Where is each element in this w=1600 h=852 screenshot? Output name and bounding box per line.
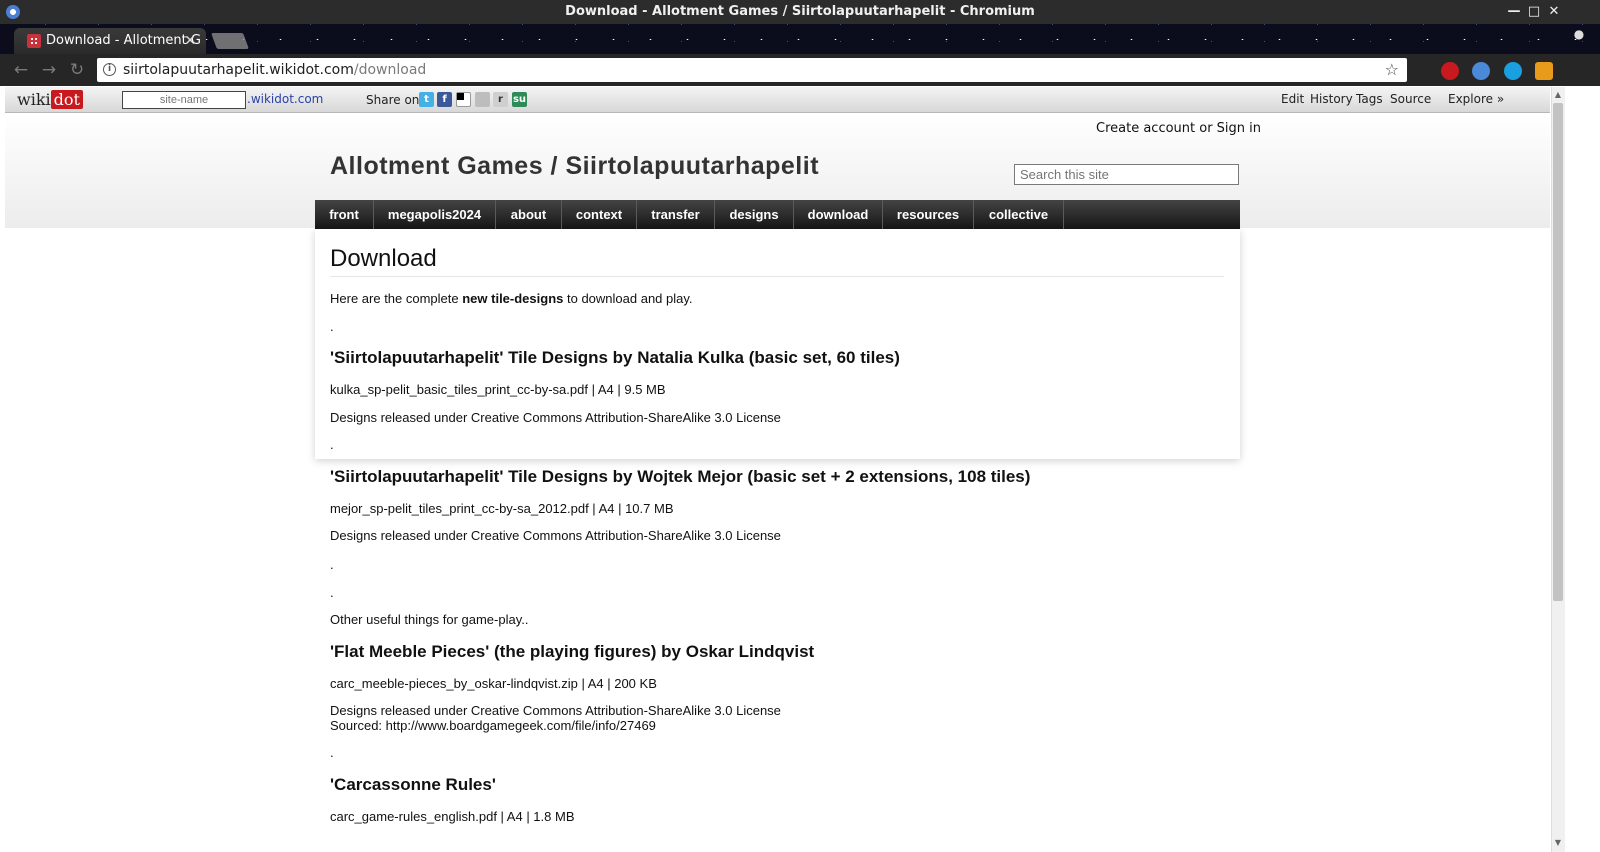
back-arrow-icon[interactable]: ← bbox=[10, 60, 32, 80]
page-title: Download bbox=[330, 245, 437, 272]
logo-text-dot: dot bbox=[50, 90, 83, 109]
stumbleupon-share-icon[interactable]: su bbox=[512, 92, 527, 107]
intro-after: to download and play. bbox=[563, 291, 693, 306]
file-link-meeble[interactable]: carc_meeble-pieces_by_oskar-lindqvist.zi… bbox=[330, 676, 657, 691]
nav-context[interactable]: context bbox=[562, 200, 637, 229]
nav-download[interactable]: download bbox=[794, 200, 883, 229]
new-tab-button[interactable] bbox=[211, 33, 249, 49]
share-label: Share on bbox=[366, 93, 420, 107]
nav-megapolis2024[interactable]: megapolis2024 bbox=[374, 200, 496, 229]
license-text: Designs released under Creative Commons … bbox=[330, 703, 781, 718]
reddit-share-icon[interactable]: r bbox=[493, 92, 508, 107]
chromium-icon bbox=[6, 5, 20, 19]
scroll-down-icon[interactable]: ▼ bbox=[1551, 836, 1565, 850]
browser-toolbar: ← → ↻ i siirtolapuutarhapelit.wikidot.co… bbox=[0, 54, 1600, 86]
intro-text: Here are the complete new tile-designs t… bbox=[330, 291, 693, 306]
scroll-up-icon[interactable]: ▲ bbox=[1551, 88, 1565, 102]
minimize-icon[interactable]: — bbox=[1504, 0, 1524, 24]
file-link-rules[interactable]: carc_game-rules_english.pdf | A4 | 1.8 M… bbox=[330, 809, 575, 824]
other-things-text: Other useful things for game-play.. bbox=[330, 612, 529, 627]
license-text: Designs released under Creative Commons … bbox=[330, 528, 781, 543]
menu-tags[interactable]: Tags bbox=[1356, 92, 1383, 106]
separator-dot: . bbox=[330, 585, 334, 600]
site-name-input[interactable] bbox=[122, 91, 246, 109]
title-divider bbox=[330, 276, 1224, 277]
facebook-share-icon[interactable]: f bbox=[437, 92, 452, 107]
site-title[interactable]: Allotment Games / Siirtolapuutarhapelit bbox=[330, 152, 819, 181]
nav-collective[interactable]: collective bbox=[974, 200, 1064, 229]
close-tab-icon[interactable]: ✕ bbox=[184, 28, 196, 54]
menu-history[interactable]: History bbox=[1310, 92, 1353, 106]
wikidot-logo[interactable]: wiki dot bbox=[17, 90, 83, 109]
wikidot-favicon-icon bbox=[27, 34, 41, 48]
delicious-share-icon[interactable] bbox=[456, 92, 471, 107]
url-text: siirtolapuutarhapelit.wikidot.com/downlo… bbox=[123, 58, 426, 82]
intro-bold: new tile-designs bbox=[462, 291, 564, 306]
wikidot-top-bar: wikidot .wikidot.com Share on t f r su E… bbox=[5, 87, 1550, 113]
login-links[interactable]: Create account or Sign in bbox=[1096, 121, 1261, 136]
nav-front[interactable]: front bbox=[315, 200, 374, 229]
site-search-input[interactable] bbox=[1014, 164, 1239, 185]
forward-arrow-icon[interactable]: → bbox=[38, 60, 60, 80]
ghostery-extension-icon[interactable] bbox=[1472, 62, 1490, 80]
nav-resources[interactable]: resources bbox=[883, 200, 974, 229]
nav-about[interactable]: about bbox=[496, 200, 562, 229]
source-link[interactable]: Sourced: http://www.boardgamegeek.com/fi… bbox=[330, 718, 656, 733]
nav-transfer[interactable]: transfer bbox=[637, 200, 715, 229]
ublock-extension-icon[interactable] bbox=[1441, 62, 1459, 80]
sync-extension-icon[interactable] bbox=[1504, 62, 1522, 80]
close-window-icon[interactable]: ✕ bbox=[1544, 0, 1564, 24]
tab-strip: Download - Allotment G ✕ ● bbox=[0, 24, 1600, 54]
intro-before: Here are the complete bbox=[330, 291, 463, 306]
profile-icon[interactable]: ● bbox=[1568, 27, 1590, 45]
menu-explore[interactable]: Explore » bbox=[1448, 92, 1504, 106]
section-heading-meeble: 'Flat Meeble Pieces' (the playing figure… bbox=[330, 642, 815, 661]
separator-dot: . bbox=[330, 745, 334, 760]
separator-dot: . bbox=[330, 557, 334, 572]
url-host: siirtolapuutarhapelit.wikidot.com bbox=[123, 62, 354, 78]
bookmark-extension-icon[interactable] bbox=[1535, 62, 1553, 80]
separator-dot: . bbox=[330, 319, 334, 334]
menu-edit[interactable]: Edit bbox=[1281, 92, 1304, 106]
browser-tab[interactable]: Download - Allotment G ✕ bbox=[14, 28, 206, 54]
reload-icon[interactable]: ↻ bbox=[66, 60, 88, 80]
site-nav: front megapolis2024 about context transf… bbox=[315, 200, 1240, 229]
menu-source[interactable]: Source bbox=[1390, 92, 1431, 106]
section-heading-mejor: 'Siirtolapuutarhapelit' Tile Designs by … bbox=[330, 467, 1031, 486]
separator-dot: . bbox=[330, 437, 334, 452]
tab-title: Download - Allotment G bbox=[46, 33, 201, 48]
page-content: Create account or Sign in Allotment Game… bbox=[5, 114, 1550, 852]
scroll-thumb[interactable] bbox=[1553, 103, 1563, 601]
license-text: Designs released under Creative Commons … bbox=[330, 410, 781, 425]
twitter-share-icon[interactable]: t bbox=[419, 92, 434, 107]
section-heading-kulka: 'Siirtolapuutarhapelit' Tile Designs by … bbox=[330, 348, 900, 367]
section-heading-rules: 'Carcassonne Rules' bbox=[330, 775, 496, 794]
digg-share-icon[interactable] bbox=[475, 92, 490, 107]
file-link-mejor[interactable]: mejor_sp-pelit_tiles_print_cc-by-sa_2012… bbox=[330, 501, 674, 516]
info-icon[interactable]: i bbox=[103, 63, 116, 76]
file-link-kulka[interactable]: kulka_sp-pelit_basic_tiles_print_cc-by-s… bbox=[330, 382, 666, 397]
nav-designs[interactable]: designs bbox=[715, 200, 794, 229]
wikidot-domain-suffix: .wikidot.com bbox=[247, 92, 324, 106]
maximize-icon[interactable]: □ bbox=[1524, 0, 1544, 24]
logo-text-wiki: wiki bbox=[17, 90, 51, 109]
address-bar[interactable]: i siirtolapuutarhapelit.wikidot.com/down… bbox=[97, 58, 1407, 82]
window-titlebar: Download - Allotment Games / Siirtolapuu… bbox=[0, 0, 1600, 24]
window-title: Download - Allotment Games / Siirtolapuu… bbox=[565, 4, 1035, 19]
bookmark-star-icon[interactable]: ☆ bbox=[1385, 59, 1399, 81]
url-path: /download bbox=[353, 62, 427, 78]
